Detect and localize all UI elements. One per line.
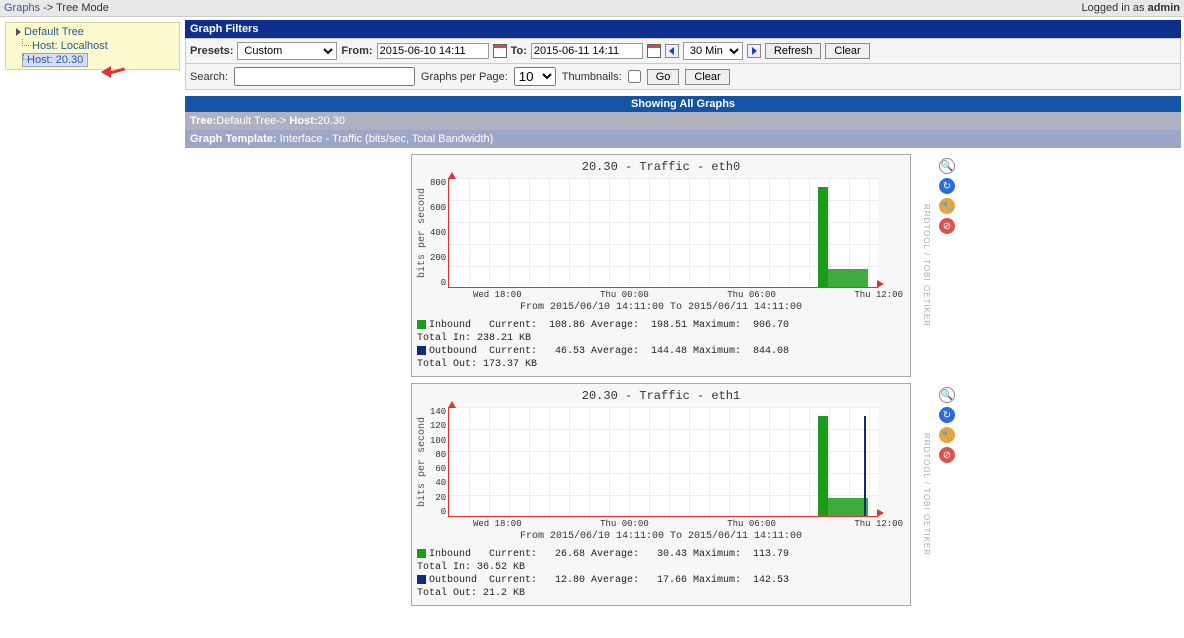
zoom-icon[interactable]: 🔍	[939, 158, 955, 174]
thumbnails-checkbox[interactable]	[628, 70, 641, 83]
content: Graph Filters Presets: Custom From: To: …	[180, 17, 1184, 615]
login-user: admin	[1148, 2, 1180, 14]
nav-sep: ->	[40, 2, 56, 14]
y-axis-label: bits per second	[417, 188, 428, 278]
swatch-icon	[417, 549, 426, 558]
graph-row: 20.30 - Traffic - eth0 bits per second800…	[185, 154, 1181, 377]
filter-row-1: Presets: Custom From: To: 30 Min Refresh…	[185, 38, 1181, 64]
annotation-arrow	[105, 66, 135, 80]
plot-area[interactable]	[448, 407, 878, 517]
showing-bar: Showing All Graphs	[185, 96, 1181, 112]
shift-right-icon[interactable]	[747, 44, 761, 58]
calendar-icon[interactable]	[647, 44, 661, 58]
graph-actions: 🔍 ↻ 🔧 ⊘	[939, 383, 955, 606]
properties-icon[interactable]: 🔧	[939, 427, 955, 443]
tree-breadcrumb: Tree:Default Tree-> Host:20.30	[185, 112, 1181, 130]
range-label: From 2015/06/10 14:11:00 To 2015/06/11 1…	[417, 531, 905, 542]
legend: Inbound Current: 108.86 Average: 198.51 …	[417, 319, 905, 371]
tree-root-node[interactable]: Default Tree	[8, 25, 177, 39]
from-input[interactable]	[377, 43, 489, 59]
shift-left-icon[interactable]	[665, 44, 679, 58]
y-ticks: 140120100806040200	[430, 407, 448, 517]
stop-icon[interactable]: ⊘	[939, 218, 955, 234]
go-button[interactable]: Go	[647, 69, 680, 85]
from-label: From:	[341, 45, 372, 57]
y-ticks: 8006004002000	[430, 178, 448, 288]
zoom-icon[interactable]: 🔍	[939, 387, 955, 403]
to-label: To:	[511, 45, 527, 57]
clear2-button[interactable]: Clear	[685, 69, 729, 85]
graph-box: 20.30 - Traffic - eth0 bits per second800…	[411, 154, 911, 377]
x-ticks: Wed 18:00Thu 00:00Thu 06:00Thu 12:00	[473, 519, 903, 529]
csv-export-icon[interactable]: ↻	[939, 178, 955, 194]
clear-button[interactable]: Clear	[825, 43, 869, 59]
tree-item[interactable]: Host: 20.30	[22, 53, 88, 67]
graph-title: 20.30 - Traffic - eth1	[417, 389, 905, 403]
tree-item[interactable]: Host: Localhost	[22, 39, 177, 53]
to-input[interactable]	[531, 43, 643, 59]
top-bar: Graphs -> Tree Mode Logged in as admin	[0, 0, 1184, 17]
gpp-select[interactable]: 10	[514, 67, 556, 86]
login-status: Logged in as admin	[1082, 2, 1180, 14]
csv-export-icon[interactable]: ↻	[939, 407, 955, 423]
graph-actions: 🔍 ↻ 🔧 ⊘	[939, 154, 955, 377]
sidebar: Default Tree Host: LocalhostHost: 20.30	[0, 17, 180, 615]
graph-title: 20.30 - Traffic - eth0	[417, 160, 905, 174]
swatch-icon	[417, 320, 426, 329]
swatch-icon	[417, 346, 426, 355]
nav-graphs-link[interactable]: Graphs	[4, 2, 40, 14]
presets-select[interactable]: Custom	[237, 42, 337, 60]
nav-mode: Tree Mode	[56, 2, 109, 14]
thumbnails-label: Thumbnails:	[562, 71, 622, 83]
swatch-icon	[417, 575, 426, 584]
interval-select[interactable]: 30 Min	[683, 42, 743, 60]
legend: Inbound Current: 26.68 Average: 30.43 Ma…	[417, 548, 905, 600]
filter-row-2: Search: Graphs per Page: 10 Thumbnails: …	[185, 64, 1181, 90]
gpp-label: Graphs per Page:	[421, 71, 508, 83]
rrdtool-watermark: RRDTOOL / TOBI OETIKER	[919, 383, 931, 606]
template-bar: Graph Template: Interface - Traffic (bit…	[185, 130, 1181, 148]
search-label: Search:	[190, 71, 228, 83]
range-label: From 2015/06/10 14:11:00 To 2015/06/11 1…	[417, 302, 905, 313]
graph-box: 20.30 - Traffic - eth1 bits per second140…	[411, 383, 911, 606]
graph-filters-header: Graph Filters	[185, 20, 1181, 38]
presets-label: Presets:	[190, 45, 233, 57]
plot-area[interactable]	[448, 178, 878, 288]
stop-icon[interactable]: ⊘	[939, 447, 955, 463]
tree-panel: Default Tree Host: LocalhostHost: 20.30	[5, 22, 180, 70]
refresh-button[interactable]: Refresh	[765, 43, 822, 59]
rrdtool-watermark: RRDTOOL / TOBI OETIKER	[919, 154, 931, 377]
x-ticks: Wed 18:00Thu 00:00Thu 06:00Thu 12:00	[473, 290, 903, 300]
search-input[interactable]	[234, 67, 415, 86]
calendar-icon[interactable]	[493, 44, 507, 58]
y-axis-label: bits per second	[417, 417, 428, 507]
properties-icon[interactable]: 🔧	[939, 198, 955, 214]
graph-row: 20.30 - Traffic - eth1 bits per second140…	[185, 383, 1181, 606]
